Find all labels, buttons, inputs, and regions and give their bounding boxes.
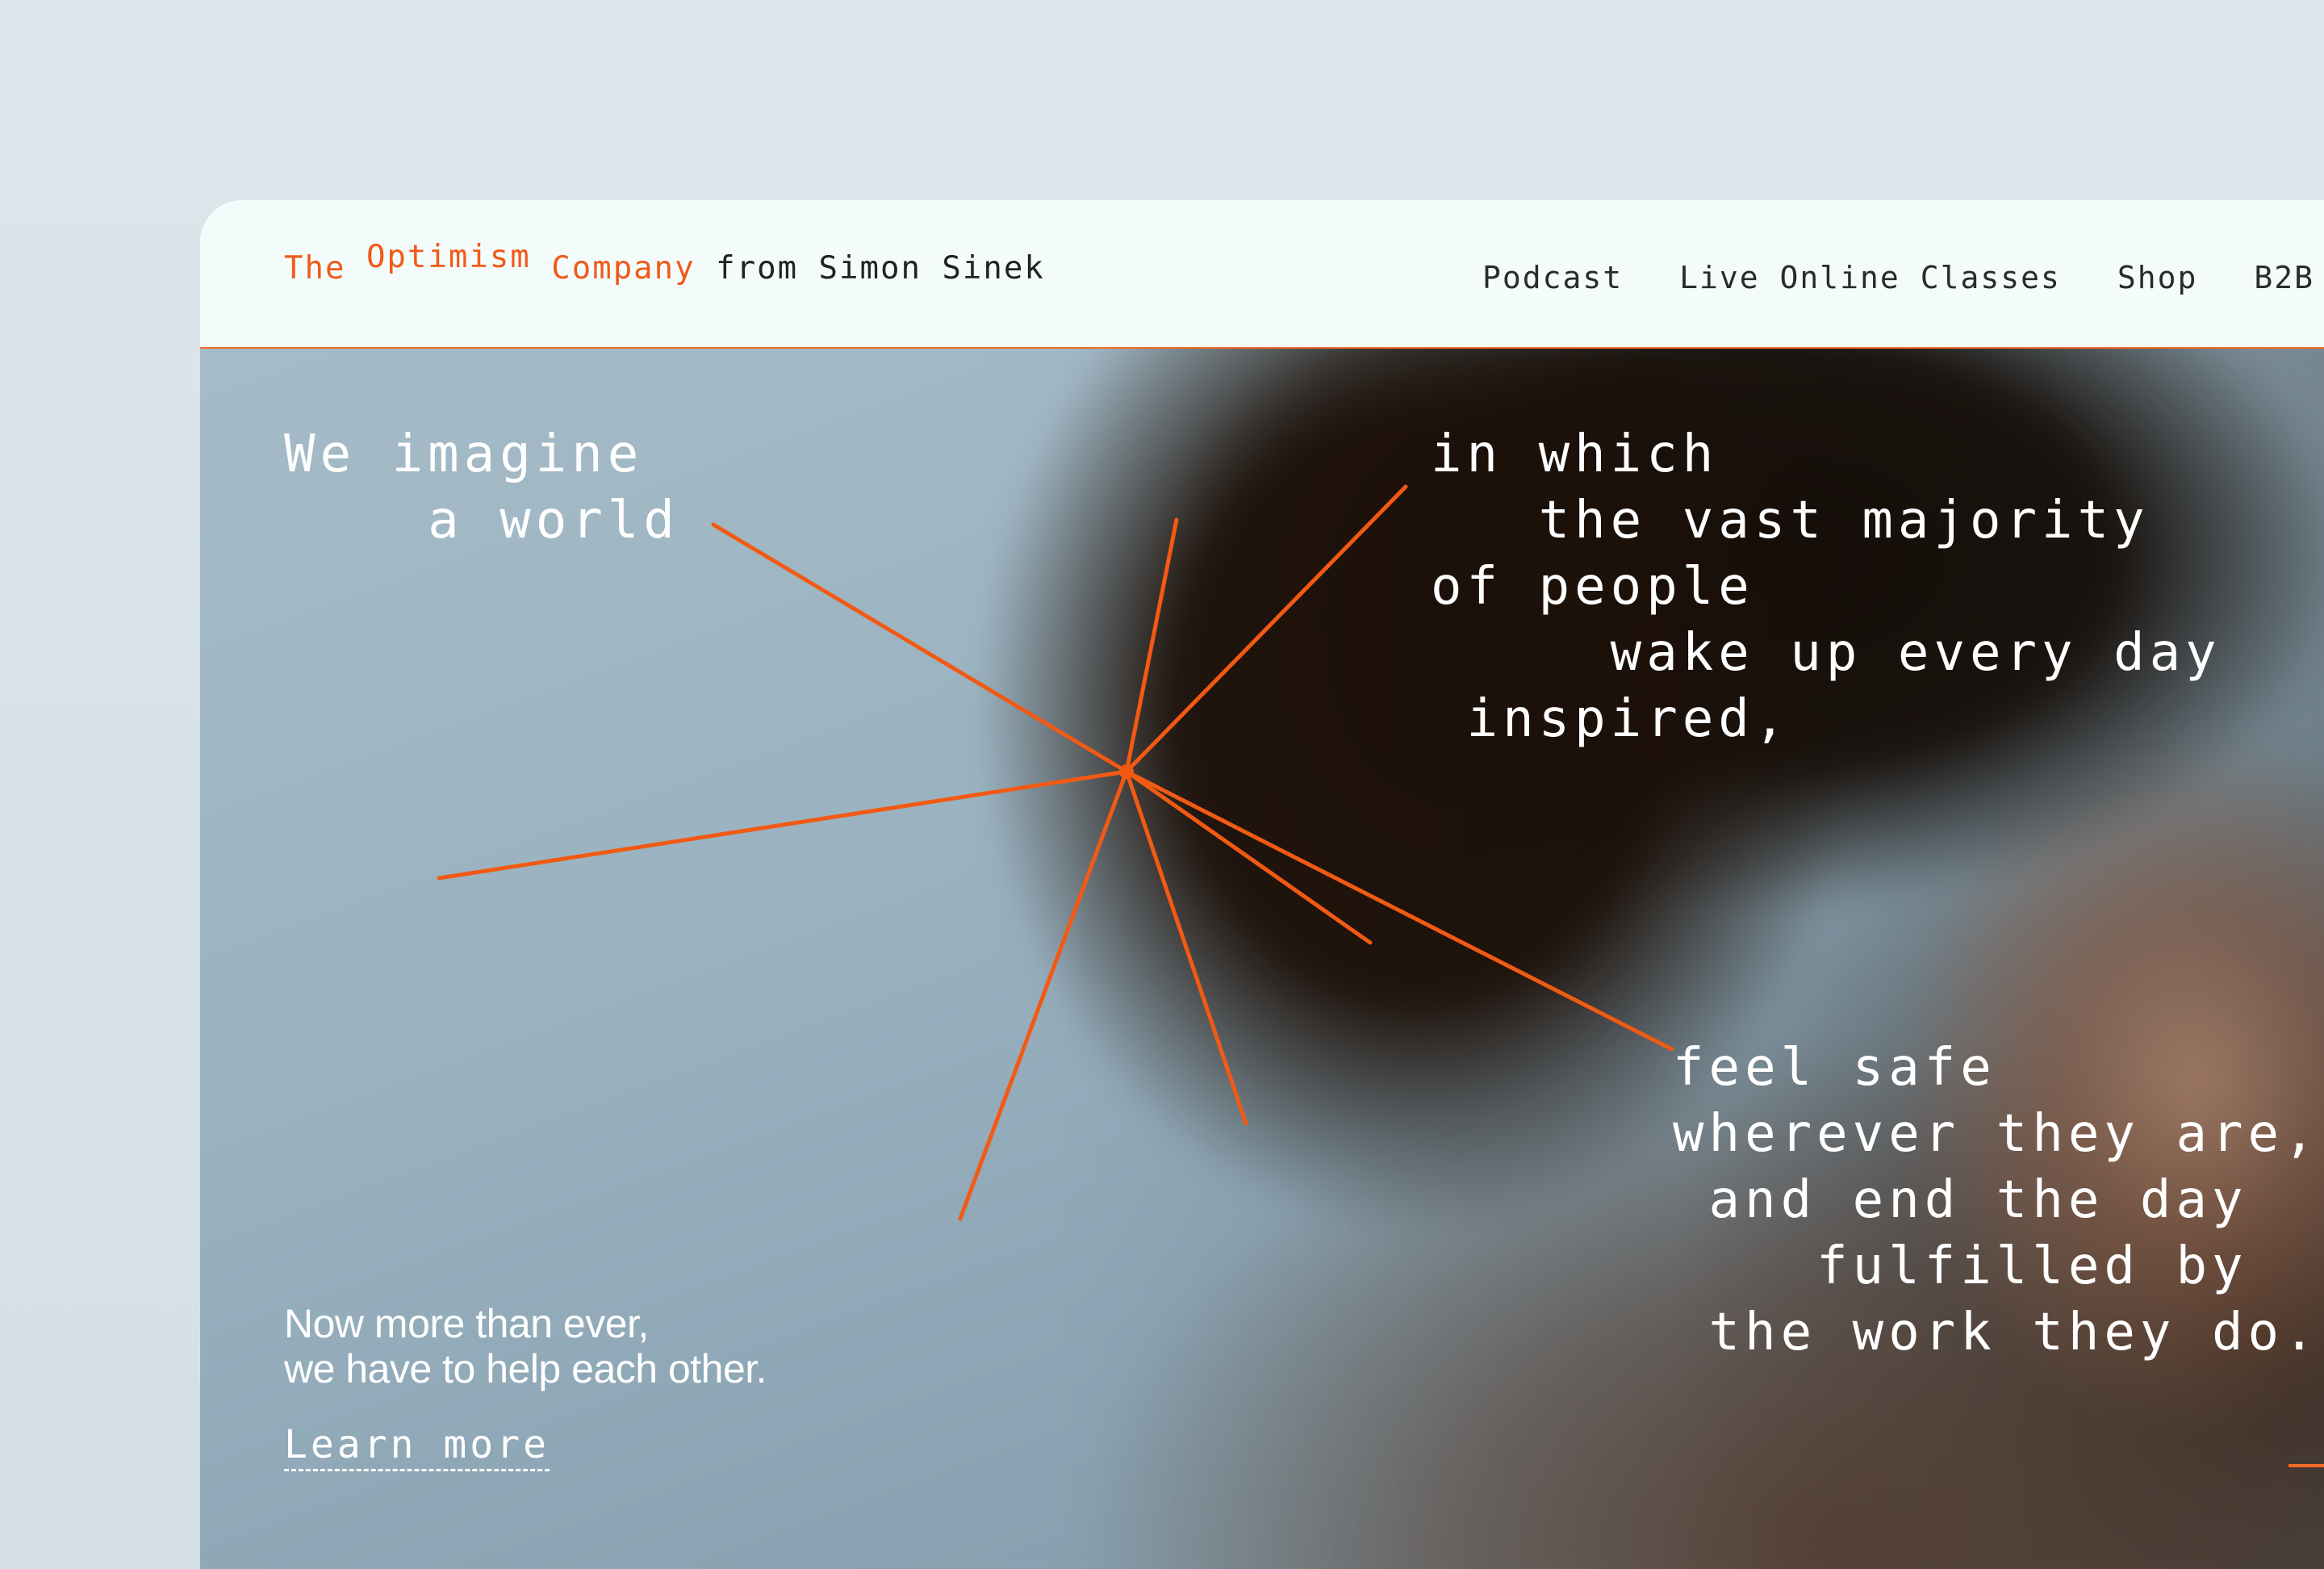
logo-word-optimism: Optimism [366,239,531,275]
logo-word-company: Company [551,250,696,287]
hero-tagline-line-2: we have to help each other. [284,1346,767,1391]
main-nav: Podcast Live Online Classes Shop B2B [1426,260,2314,295]
slide-indicator[interactable] [2288,1464,2324,1467]
logo-byline: from Simon Sinek [716,250,1045,287]
hero-section: We imagine a world in which the vast maj… [200,349,2324,1569]
hero-tagline: Now more than ever, we have to help each… [284,1301,767,1391]
hero-verse-bottom-right: feel safe wherever they are, and end the… [1673,1038,2320,1362]
logo-word-the: The [284,250,346,287]
hero-verse-top-right: in which the vast majority of people wak… [1431,425,2222,749]
browser-window: The Optimism Company from Simon Sinek Po… [200,200,2324,1569]
hero-verse-left: We imagine a world [284,425,679,550]
logo-link[interactable]: The Optimism Company from Simon Sinek [284,239,1045,287]
site-header: The Optimism Company from Simon Sinek Po… [200,200,2324,349]
learn-more-link[interactable]: Learn more [284,1422,550,1471]
nav-item-live-online-classes[interactable]: Live Online Classes [1679,260,2061,295]
nav-item-podcast[interactable]: Podcast [1482,260,1623,295]
hero-tagline-line-1: Now more than ever, [284,1301,649,1346]
nav-item-b2b[interactable]: B2B [2254,260,2314,295]
nav-item-shop[interactable]: Shop [2117,260,2198,295]
